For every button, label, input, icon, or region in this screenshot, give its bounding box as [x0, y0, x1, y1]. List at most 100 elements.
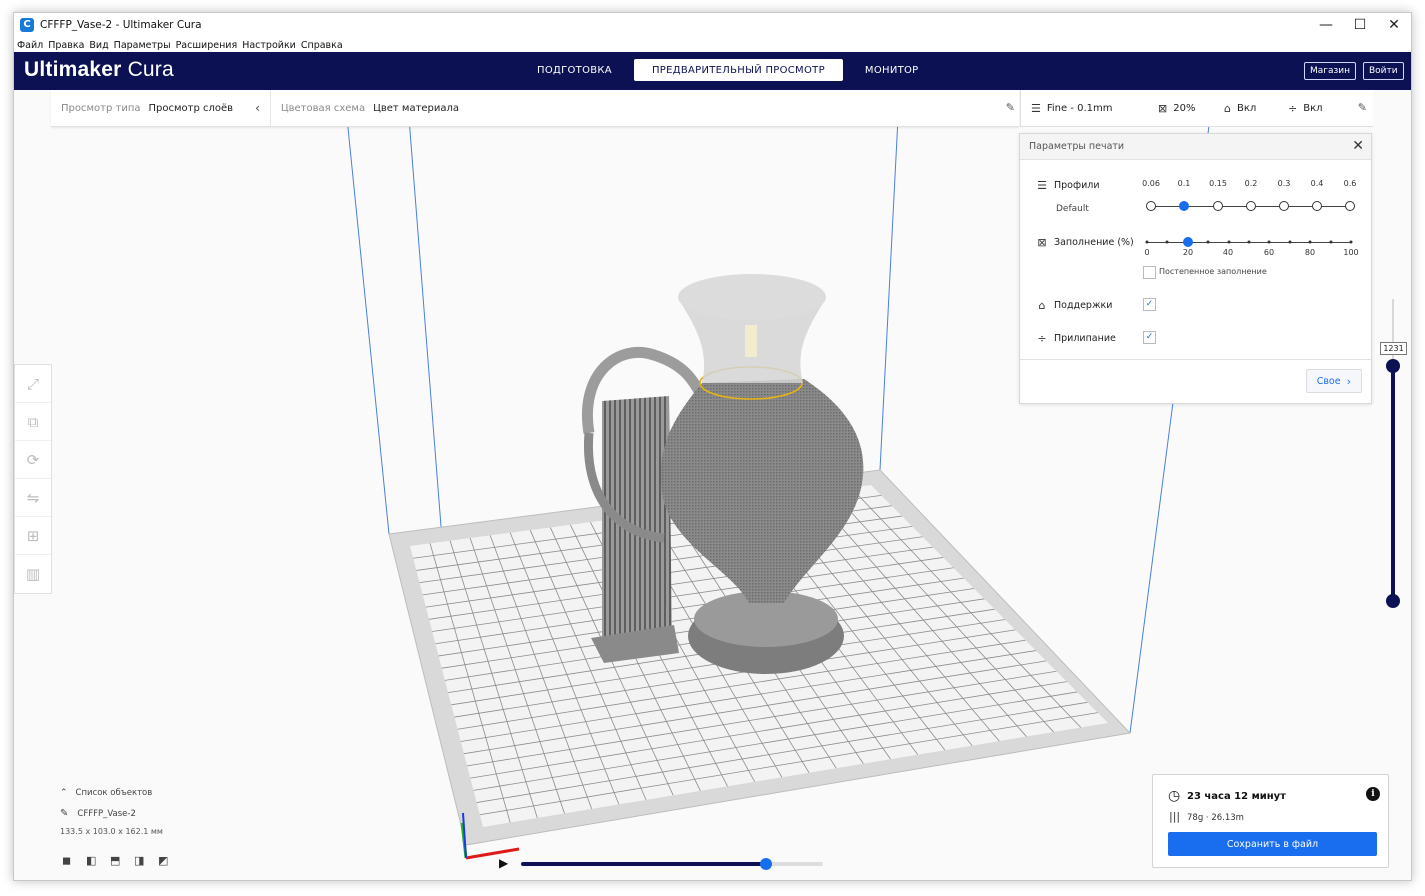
- chevron-left-icon[interactable]: ‹: [255, 101, 260, 115]
- move-tool-icon[interactable]: ⤢: [15, 365, 51, 403]
- chevron-up-icon: ⌃: [60, 788, 68, 798]
- supports-label: Поддержки: [1054, 300, 1113, 311]
- profile-slider-stop[interactable]: [1345, 201, 1355, 211]
- view-type-value: Просмотр слоёв: [148, 102, 234, 114]
- profile-slider-stop[interactable]: [1179, 201, 1189, 211]
- print-settings-panel: Параметры печати ✕ ☰ Профили Default 0.0…: [1019, 133, 1372, 404]
- infill-slider-dot: [1267, 240, 1271, 244]
- infill-slider-dot: [1247, 240, 1251, 244]
- object-list-toggle[interactable]: ⌃ Список объектов: [60, 788, 163, 798]
- profile-tick: 0.15: [1209, 179, 1227, 188]
- profile-slider-stop[interactable]: [1246, 201, 1256, 211]
- infill-tick: 80: [1304, 248, 1316, 257]
- layer-slider-lower-handle[interactable]: [1386, 594, 1400, 608]
- scale-tool-icon[interactable]: ⧉: [15, 403, 51, 441]
- infill-slider-handle[interactable]: [1182, 237, 1193, 247]
- mirror-tool-icon[interactable]: ⇋: [15, 479, 51, 517]
- panel-title: Параметры печати: [1020, 134, 1371, 160]
- supports-row: ⌂ Поддержки: [1034, 299, 1113, 312]
- profile-summary-value: Fine - 0.1mm: [1046, 103, 1113, 114]
- view-type-selector[interactable]: Просмотр типа Просмотр слоёв ‹: [51, 90, 260, 126]
- profile-default-label: Default: [1056, 204, 1089, 214]
- print-time: 23 часа 12 минут: [1187, 791, 1286, 802]
- infill-summary-value: 20%: [1173, 103, 1196, 114]
- adhesion-icon: ÷: [1037, 332, 1047, 345]
- infill-slider-dot: [1329, 240, 1333, 244]
- infill-summary[interactable]: ⊠ 20%: [1158, 102, 1195, 115]
- object-list-title: Список объектов: [75, 788, 153, 798]
- infill-tick: 60: [1263, 248, 1275, 257]
- profile-slider-stop[interactable]: [1312, 201, 1322, 211]
- custom-settings-button[interactable]: Свое ›: [1305, 369, 1362, 393]
- support-blocker-icon[interactable]: ▥: [15, 555, 51, 593]
- object-list: ⌃ Список объектов ✎ CFFFP_Vase-2 133.5 x…: [60, 788, 163, 836]
- infill-slider-dot: [1145, 240, 1149, 244]
- support-summary-value: Вкл: [1236, 103, 1257, 114]
- infill-slider-dot: [1227, 240, 1231, 244]
- infill-slider-dot: [1308, 240, 1312, 244]
- support-icon: ⌂: [1224, 102, 1231, 115]
- color-scheme-selector[interactable]: Цветовая схема Цвет материала: [271, 90, 459, 126]
- support-summary[interactable]: ⌂ Вкл: [1224, 102, 1256, 115]
- close-icon[interactable]: ✕: [1352, 138, 1364, 154]
- layer-slider-upper-handle[interactable]: [1386, 359, 1400, 373]
- profile-tick: 0.06: [1142, 179, 1160, 188]
- infill-row: ⊠ Заполнение (%): [1034, 236, 1134, 249]
- infill-slider-dot: [1206, 240, 1210, 244]
- profile-icon: ☰: [1037, 179, 1047, 192]
- gradual-infill-label: Постепенное заполнение: [1159, 267, 1267, 276]
- custom-button-label: Свое: [1316, 375, 1341, 387]
- view-toolbar: Просмотр типа Просмотр слоёв ‹ Цветовая …: [51, 90, 1019, 127]
- infill-label: Заполнение (%): [1054, 237, 1134, 248]
- adhesion-summary[interactable]: ÷ Вкл: [1288, 102, 1323, 115]
- play-icon[interactable]: ▶: [499, 856, 508, 870]
- view-top-icon[interactable]: ⬒: [110, 854, 124, 867]
- save-to-file-button[interactable]: Сохранить в файл: [1168, 832, 1377, 856]
- supports-checkbox[interactable]: ✓: [1143, 298, 1156, 311]
- infill-tick: 0: [1144, 248, 1150, 257]
- view-3d-icon[interactable]: ◼: [62, 854, 76, 867]
- adhesion-label: Прилипание: [1054, 333, 1116, 344]
- profile-tick: 0.4: [1310, 179, 1324, 188]
- pencil-icon[interactable]: ✎: [1006, 101, 1015, 114]
- panel-footer: Свое ›: [1020, 359, 1371, 403]
- profile-slider-stop[interactable]: [1146, 201, 1156, 211]
- infill-icon: ⊠: [1037, 236, 1047, 249]
- material-estimate: 78g · 26.13m: [1187, 813, 1244, 823]
- profile-tick: 0.1: [1177, 179, 1191, 188]
- view-right-icon[interactable]: ◩: [158, 854, 172, 867]
- pencil-icon: ✎: [60, 808, 69, 819]
- object-name: CFFFP_Vase-2: [77, 808, 136, 819]
- profile-tick: 0.6: [1343, 179, 1357, 188]
- profiles-row: ☰ Профили: [1034, 179, 1099, 192]
- simulation-handle[interactable]: [759, 858, 772, 870]
- infill-tick: 40: [1222, 248, 1234, 257]
- info-icon[interactable]: i: [1366, 787, 1380, 801]
- profile-summary[interactable]: ☰ Fine - 0.1mm: [1031, 102, 1113, 115]
- gradual-infill-checkbox[interactable]: [1143, 266, 1156, 279]
- print-settings-summary[interactable]: ☰ Fine - 0.1mm ⊠ 20% ⌂ Вкл ÷ Вкл ✎: [1020, 90, 1373, 127]
- adhesion-summary-value: Вкл: [1303, 103, 1323, 114]
- layer-slider-range[interactable]: [1391, 368, 1395, 603]
- infill-slider-dot: [1288, 240, 1292, 244]
- color-scheme-value: Цвет материала: [373, 102, 460, 114]
- camera-view-buttons: ◼ ◧ ⬒ ◨ ◩: [62, 854, 182, 867]
- vase-model: [582, 274, 864, 674]
- profile-slider-stop[interactable]: [1213, 201, 1223, 211]
- print-estimate-panel: ◷ 23 часа 12 минут i ||| 78g · 26.13m Со…: [1152, 774, 1389, 868]
- infill-slider-dot: [1349, 240, 1353, 244]
- adhesion-checkbox[interactable]: ✓: [1143, 331, 1156, 344]
- pencil-icon[interactable]: ✎: [1358, 101, 1367, 114]
- per-model-settings-icon[interactable]: ⊞: [15, 517, 51, 555]
- profile-slider-stop[interactable]: [1279, 201, 1289, 211]
- object-entry[interactable]: ✎ CFFFP_Vase-2: [60, 808, 163, 819]
- simulation-slider[interactable]: [521, 858, 823, 870]
- tool-panel: ⤢ ⧉ ⟳ ⇋ ⊞ ▥: [14, 364, 52, 594]
- view-left-icon[interactable]: ◨: [134, 854, 148, 867]
- view-front-icon[interactable]: ◧: [86, 854, 100, 867]
- layer-slider-rail: [1392, 299, 1394, 367]
- chevron-right-icon: ›: [1346, 374, 1351, 388]
- rotate-tool-icon[interactable]: ⟳: [15, 441, 51, 479]
- profile-tick: 0.3: [1277, 179, 1291, 188]
- layer-number-field[interactable]: 1231: [1380, 342, 1407, 355]
